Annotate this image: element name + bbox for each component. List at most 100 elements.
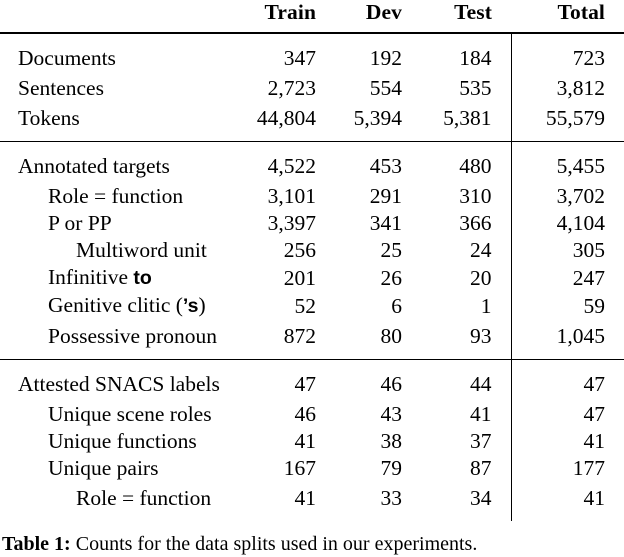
- cell-total: 47: [510, 359, 624, 401]
- cell-test: 24: [470, 238, 492, 262]
- row-label-suffix: ): [198, 293, 206, 317]
- cell-dev: 25: [380, 238, 403, 262]
- cell-dev: 46: [335, 359, 421, 401]
- cell-test: 480: [421, 141, 511, 183]
- cell-test: 41: [470, 402, 492, 426]
- cell-test: 20: [470, 265, 492, 290]
- table-row: Possessive pronoun 872 80 93 1,045: [0, 320, 624, 360]
- cell-dev: 6: [391, 293, 402, 318]
- cell-train: 347: [250, 32, 335, 75]
- cell-train: 4,522: [250, 141, 335, 183]
- cell-test: 44: [421, 359, 511, 401]
- row-label: Role = function: [76, 485, 212, 510]
- table-row: Annotated targets 4,522 453 480 5,455: [0, 141, 624, 183]
- statistics-table: Train Dev Test Total Documents 347 192 184 7…: [0, 0, 624, 521]
- cell-dev: 192: [335, 32, 421, 75]
- table-caption: Table 1: Counts for the data splits used…: [0, 521, 624, 557]
- cell-dev: 43: [380, 402, 403, 426]
- cell-train: 872: [283, 323, 316, 348]
- cell-total: 1,045: [510, 320, 624, 360]
- cell-total: 4,104: [510, 210, 624, 237]
- cell-train: 41: [294, 485, 317, 510]
- column-header-dev: Dev: [365, 0, 402, 24]
- table-section-counts: Documents 347 192 184 723 Sentences 2,723 554 53…: [0, 32, 624, 142]
- cell-dev: 80: [380, 323, 403, 348]
- cell-train: 256: [283, 238, 316, 262]
- cell-total: 3,702: [510, 183, 624, 210]
- cell-total: 41: [510, 482, 624, 521]
- table-row: Infinitive to 201 26 20 247: [0, 264, 624, 292]
- cell-train: 41: [294, 429, 317, 453]
- cell-total: 47: [510, 401, 624, 428]
- cell-dev: 33: [380, 485, 403, 510]
- cell-test: 5,381: [443, 105, 492, 130]
- row-label: Unique functions: [48, 429, 197, 453]
- table-row: Tokens 44,804 5,394 5,381 55,579: [0, 102, 624, 142]
- table-row: Multiword unit 256 25 24 305: [0, 237, 624, 264]
- cell-dev: 453: [335, 141, 421, 183]
- column-header-train: Train: [264, 0, 316, 24]
- row-label: Unique scene roles: [48, 402, 212, 426]
- table-figure: Train Dev Test Total Documents 347 192 184 7…: [0, 0, 624, 557]
- header-row: Train Dev Test Total: [0, 0, 624, 33]
- row-label-prefix: Infinitive: [48, 265, 134, 289]
- row-label: Documents: [0, 32, 250, 75]
- cell-total: 41: [510, 428, 624, 455]
- cell-total: 59: [510, 292, 624, 320]
- table-row: Unique functions 41 38 37 41: [0, 428, 624, 455]
- cell-test: 184: [421, 32, 511, 75]
- row-label-emphasis: to: [133, 267, 152, 289]
- table-row: Documents 347 192 184 723: [0, 32, 624, 75]
- cell-total: 3,812: [510, 75, 624, 102]
- table-row: Role = function 41 33 34 41: [0, 482, 624, 521]
- caption-label: Table 1:: [2, 533, 71, 555]
- cell-test: 34: [470, 485, 492, 510]
- cell-dev: 38: [380, 429, 403, 453]
- cell-dev: 26: [380, 265, 403, 290]
- cell-test: 366: [459, 211, 492, 235]
- cell-dev: 554: [369, 76, 402, 100]
- cell-train: 167: [283, 456, 316, 480]
- table-header: Train Dev Test Total: [0, 0, 624, 33]
- cell-test: 310: [459, 184, 492, 208]
- cell-dev: 5,394: [353, 105, 402, 130]
- cell-test: 87: [470, 456, 492, 480]
- row-label: P or PP: [48, 211, 112, 235]
- cell-train: 201: [283, 265, 316, 290]
- table-row: Genitive clitic (’s) 52 6 1 59: [0, 292, 624, 320]
- row-label-prefix: Genitive clitic (: [48, 293, 183, 317]
- cell-dev: 291: [369, 184, 402, 208]
- table-section-snacs-labels: Attested SNACS labels 47 46 44 47 Unique scen…: [0, 359, 624, 521]
- column-header-test: Test: [454, 0, 492, 24]
- table-row: Sentences 2,723 554 535 3,812: [0, 75, 624, 102]
- row-label: Possessive pronoun: [48, 323, 218, 348]
- cell-train: 46: [294, 402, 317, 426]
- table-row: Attested SNACS labels 47 46 44 47: [0, 359, 624, 401]
- cell-test: 1: [480, 293, 492, 318]
- row-label: Tokens: [18, 105, 80, 130]
- cell-train: 3,397: [267, 211, 316, 235]
- cell-train: 52: [294, 293, 317, 318]
- row-label: Annotated targets: [0, 141, 250, 183]
- table-row: P or PP 3,397 341 366 4,104: [0, 210, 624, 237]
- cell-test: 535: [459, 76, 492, 100]
- cell-test: 37: [470, 429, 492, 453]
- caption-text: Counts for the data splits used in our e…: [70, 533, 478, 555]
- table-row: Role = function 3,101 291 310 3,702: [0, 183, 624, 210]
- row-label: Unique pairs: [48, 456, 159, 480]
- row-label: Genitive clitic (’s): [0, 292, 250, 320]
- row-label: Multiword unit: [76, 238, 207, 262]
- cell-dev: 341: [369, 211, 402, 235]
- cell-train: 2,723: [267, 76, 316, 100]
- row-label: Attested SNACS labels: [0, 359, 250, 401]
- cell-total: 247: [510, 264, 624, 292]
- cell-test: 93: [470, 323, 492, 348]
- cell-total: 723: [510, 32, 624, 75]
- table-row: Unique scene roles 46 43 41 47: [0, 401, 624, 428]
- row-label: Sentences: [18, 76, 104, 100]
- table-row: Unique pairs 167 79 87 177: [0, 455, 624, 482]
- cell-total: 177: [510, 455, 624, 482]
- row-label: Role = function: [48, 184, 184, 208]
- cell-total: 5,455: [510, 141, 624, 183]
- column-header-total: Total: [557, 0, 605, 24]
